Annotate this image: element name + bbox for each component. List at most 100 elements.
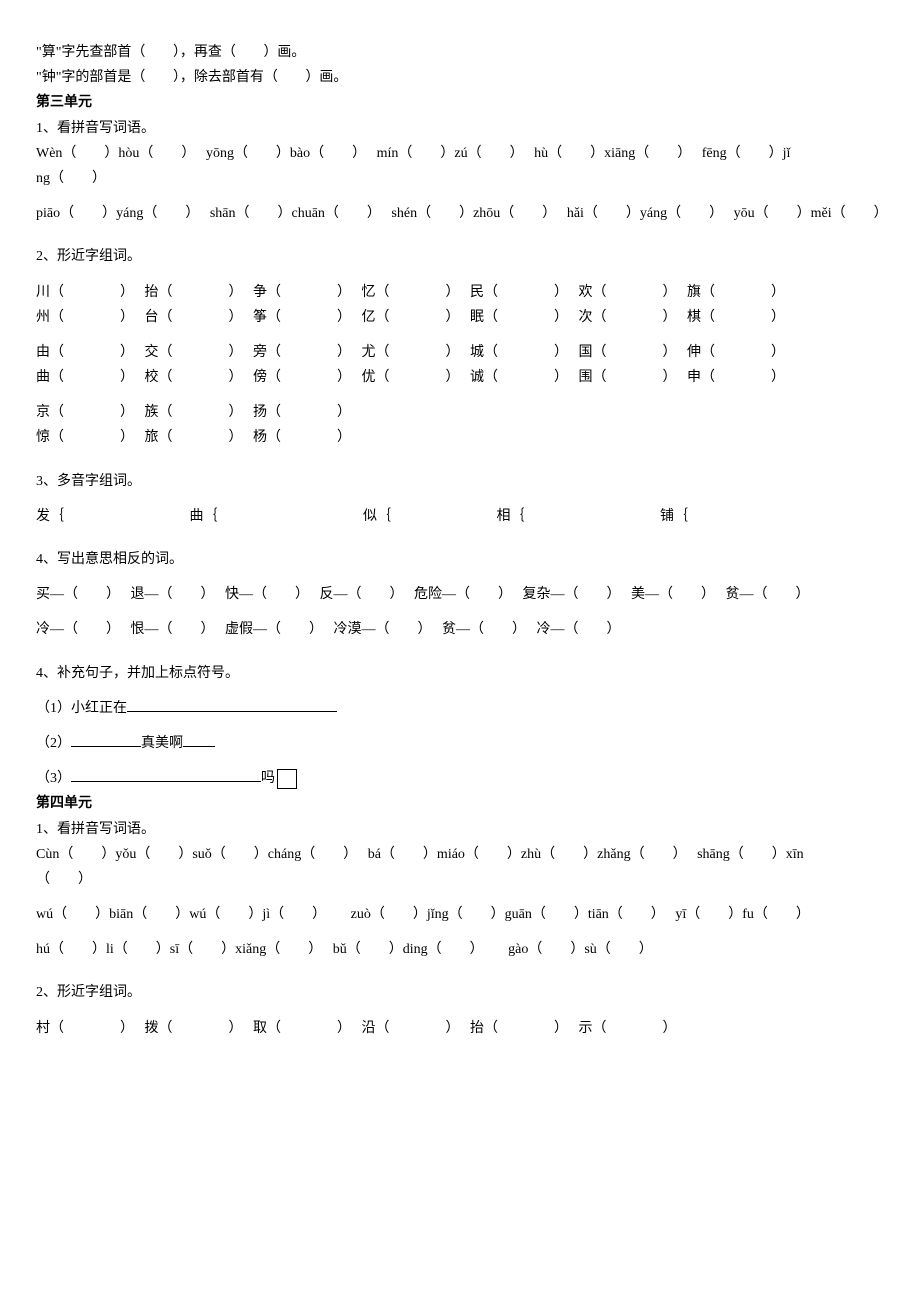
answer-box[interactable] (277, 769, 297, 789)
sentence-3: （3） 吗 (36, 766, 884, 791)
text: ）画。 (305, 70, 347, 85)
pair-item: 示（ ） (579, 1021, 677, 1036)
pinyin-item: zuò（ ）jǐng（ ）guān（ ）tiān（ ） (351, 907, 658, 922)
poly-row: 发｛ 曲｛ 似｛ 相｛ 铺｛ (36, 504, 884, 529)
pair-item: 曲（ ） (36, 370, 127, 385)
pair-item: 眠（ ） (470, 310, 561, 325)
intro-line-2: "钟"字的部首是（ ），除去部首有（ ）画。 (36, 65, 884, 90)
text: ），除去部首有（ (173, 70, 278, 85)
ant-item: 冷—（ ） (36, 622, 113, 637)
fill-blank[interactable] (127, 697, 337, 712)
ant-item: 冷—（ ） (537, 622, 621, 637)
pair-item: 台（ ） (145, 310, 236, 325)
ant-item: 美—（ ） (631, 587, 708, 602)
pair-item: 校（ ） (145, 370, 236, 385)
fill-blank[interactable] (183, 732, 215, 747)
pair-item: 交（ ） (145, 345, 236, 360)
pair-item: 民（ ） (470, 285, 561, 300)
pair-item: 族（ ） (145, 405, 236, 420)
text: 吗 (261, 771, 275, 786)
pair-item: 抬（ ） (470, 1021, 561, 1036)
pair-item: 申（ ） (687, 370, 785, 385)
pair-item: 取（ ） (253, 1021, 344, 1036)
pair-item: 棋（ ） (687, 310, 785, 325)
unit3-pinyin-row1: Wèn（ ）hòu（ ） yōng（ ）bào（ ） mín（ ）zú（ ） h… (36, 141, 884, 166)
unit3-q2: 2、形近字组词。 (36, 244, 884, 269)
pair-item: 沿（ ） (362, 1021, 453, 1036)
unit4-q1: 1、看拼音写词语。 (36, 817, 884, 842)
pinyin-item: yī（ ）fu（ ） (675, 907, 810, 922)
unit3-q1: 1、看拼音写词语。 (36, 116, 884, 141)
pinyin-item: gào（ ）sù（ ） (508, 942, 653, 957)
pair-item: 伸（ ） (687, 345, 785, 360)
intro-line-1: "算"字先查部首（ ），再查（ ）画。 (36, 40, 884, 65)
unit4-pinyin-row1: Cùn（ ）yǒu（ ）suǒ（ ）cháng（ ） bá（ ）miáo（ ）z… (36, 842, 884, 867)
pair-row: 京（ ） 族（ ） 扬（ ） (36, 400, 884, 425)
pair-item: 旁（ ） (253, 345, 344, 360)
pair-item: 亿（ ） (362, 310, 453, 325)
pinyin-item: Wèn（ ）hòu（ ） (36, 146, 188, 161)
pair-row: 惊（ ） 旅（ ） 杨（ ） (36, 425, 884, 450)
unit4-pinyin-row3: hú（ ）li（ ）sī（ ）xiǎng（ ） bǔ（ ）ding（ ） gào… (36, 937, 884, 962)
fill-blank[interactable] (71, 732, 141, 747)
pair-row: 州（ ） 台（ ） 筝（ ） 亿（ ） 眠（ ） 次（ ） 棋（ ） (36, 305, 884, 330)
unit3-title: 第三单元 (36, 90, 884, 115)
ant-item: 复杂—（ ） (523, 587, 614, 602)
ant-item: 贫—（ ） (442, 622, 519, 637)
antonym-row: 买—（ ） 退—（ ） 快—（ ） 反—（ ） 危险—（ ） 复杂—（ ） 美—… (36, 582, 884, 607)
pinyin-item: mín（ ）zú（ ） (377, 146, 517, 161)
text: （2） (36, 736, 71, 751)
ant-item: 恨—（ ） (131, 622, 208, 637)
pair-item: 州（ ） (36, 310, 127, 325)
pair-item: 由（ ） (36, 345, 127, 360)
pair-item: 抬（ ） (145, 285, 236, 300)
unit4-pinyin-row1b: （ ） (36, 867, 884, 892)
pinyin-item: shāng（ ）xīn (697, 847, 804, 862)
pair-item: 旅（ ） (145, 430, 236, 445)
pinyin-item: bá（ ）miáo（ ）zhù（ ）zhǎng（ ） (368, 847, 680, 862)
ant-item: 危险—（ ） (414, 587, 505, 602)
pair-item: 旗（ ） (687, 285, 785, 300)
pair-item: 城（ ） (470, 345, 561, 360)
pair-item: 欢（ ） (579, 285, 670, 300)
pinyin-item: hù（ ）xiāng（ ） (534, 146, 684, 161)
sentence-2: （2） 真美啊 (36, 731, 884, 756)
fill-blank[interactable] (71, 767, 261, 782)
sentence-1: （1）小红正在 (36, 696, 884, 721)
ant-item: 冷漠—（ ） (334, 622, 425, 637)
text: ），再查（ (173, 45, 236, 60)
poly-item: 铺｛ (660, 504, 688, 529)
pair-item: 尤（ ） (362, 345, 453, 360)
pinyin-item: yōng（ ）bào（ ） (206, 146, 359, 161)
pinyin-item: hǎi（ ）yáng（ ） (567, 206, 716, 221)
pair-item: 争（ ） (253, 285, 344, 300)
ant-item: 反—（ ） (320, 587, 397, 602)
pair-item: 惊（ ） (36, 430, 127, 445)
text: "算"字先查部首（ (36, 45, 145, 60)
unit3-pinyin-row1b: ng（ ） (36, 166, 884, 191)
unit4-pinyin-row2: wú（ ）biān（ ）wú（ ）jì（ ） zuò（ ）jǐng（ ）guān… (36, 902, 884, 927)
unit3-q5: 4、补充句子，并加上标点符号。 (36, 661, 884, 686)
pair-item: 村（ ） (36, 1021, 127, 1036)
unit3-q3: 3、多音字组词。 (36, 469, 884, 494)
pair-item: 优（ ） (362, 370, 453, 385)
ant-item: 贫—（ ） (726, 587, 810, 602)
pinyin-item: bǔ（ ）ding（ ） (333, 942, 477, 957)
pair-item: 京（ ） (36, 405, 127, 420)
pair-item: 杨（ ） (253, 430, 351, 445)
ant-item: 退—（ ） (131, 587, 208, 602)
pinyin-item: piāo（ ）yáng（ ） (36, 206, 192, 221)
text: 真美啊 (141, 736, 183, 751)
unit4-title: 第四单元 (36, 791, 884, 816)
pair-row: 曲（ ） 校（ ） 傍（ ） 优（ ） 诚（ ） 围（ ） 申（ ） (36, 365, 884, 390)
poly-item: 发｛ (36, 504, 186, 529)
unit4-q2: 2、形近字组词。 (36, 980, 884, 1005)
poly-item: 相｛ (497, 504, 657, 529)
ant-item: 快—（ ） (225, 587, 302, 602)
antonym-row: 冷—（ ） 恨—（ ） 虚假—（ ） 冷漠—（ ） 贫—（ ） 冷—（ ） (36, 617, 884, 642)
pair-item: 围（ ） (579, 370, 670, 385)
pair-item: 筝（ ） (253, 310, 344, 325)
text: （3） (36, 771, 71, 786)
pair-item: 国（ ） (579, 345, 670, 360)
pinyin-item: hú（ ）li（ ）sī（ ）xiǎng（ ） (36, 942, 315, 957)
